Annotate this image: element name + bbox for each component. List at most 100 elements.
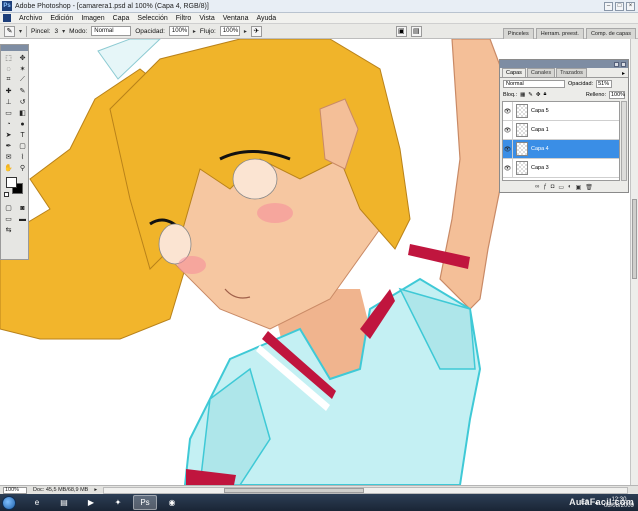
tab-pinceles[interactable]: Pinceles bbox=[502, 28, 534, 39]
path-selection-icon[interactable]: ➤ bbox=[2, 130, 15, 140]
foreground-color-swatch[interactable] bbox=[6, 177, 17, 188]
chrome-icon[interactable]: ◉ bbox=[160, 495, 184, 510]
slice-tool-icon[interactable]: ⟋ bbox=[16, 75, 29, 85]
opacity-chevron-icon[interactable]: ▸ bbox=[193, 28, 196, 35]
zoom-tool-icon[interactable]: ⚲ bbox=[16, 163, 29, 173]
tab-capas[interactable]: Capas bbox=[502, 68, 526, 77]
panel-menu-icon[interactable]: ▸ bbox=[622, 70, 625, 77]
new-layer-icon[interactable]: ▣ bbox=[576, 184, 582, 191]
minimize-panel-button[interactable] bbox=[614, 61, 619, 67]
vertical-scrollbar[interactable] bbox=[630, 39, 638, 485]
visibility-eye-icon[interactable]: 👁︎ bbox=[503, 139, 513, 159]
gradient-tool-icon[interactable]: ◧ bbox=[16, 108, 29, 118]
tab-comp-de-capas[interactable]: Comp. de capas bbox=[585, 28, 636, 39]
menu-filtro[interactable]: Filtro bbox=[172, 15, 196, 22]
crop-tool-icon[interactable]: ⌗ bbox=[2, 75, 15, 85]
magic-wand-icon[interactable]: ✶ bbox=[16, 64, 29, 74]
menu-ventana[interactable]: Ventana bbox=[219, 15, 253, 22]
brush-picker-chevron-icon[interactable]: ▾ bbox=[62, 28, 65, 35]
horizontal-scrollbar[interactable] bbox=[103, 486, 628, 494]
healing-brush-icon[interactable]: ✚ bbox=[2, 86, 15, 96]
brush-size-value[interactable]: 3 bbox=[55, 28, 59, 35]
eyedropper-icon[interactable]: ⌇ bbox=[16, 152, 29, 162]
blur-tool-icon[interactable]: ◔ bbox=[2, 119, 15, 129]
document-icon[interactable] bbox=[3, 14, 11, 22]
full-screen-icon[interactable]: ▬ bbox=[16, 214, 29, 224]
airbrush-icon[interactable]: ✈ bbox=[250, 25, 262, 37]
layers-panel-header[interactable] bbox=[500, 60, 628, 68]
brush-tool-preset-icon[interactable]: ✎ bbox=[4, 25, 15, 37]
chevron-down-icon[interactable]: ▾ bbox=[19, 28, 22, 35]
lock-transparency-icon[interactable]: ▦ bbox=[520, 92, 525, 98]
menu-edicion[interactable]: Edición bbox=[46, 15, 77, 22]
marquee-tool-icon[interactable]: ⬚ bbox=[2, 53, 15, 63]
menu-seleccion[interactable]: Selección bbox=[133, 15, 171, 22]
close-panel-button[interactable] bbox=[621, 61, 626, 67]
dodge-tool-icon[interactable]: ● bbox=[16, 119, 29, 129]
horizontal-scroll-thumb[interactable] bbox=[224, 487, 365, 493]
layer-mask-icon[interactable]: ◘ bbox=[551, 184, 555, 190]
eraser-tool-icon[interactable]: ▭ bbox=[2, 108, 15, 118]
internet-explorer-icon[interactable]: e bbox=[25, 495, 49, 510]
flow-chevron-icon[interactable]: ▸ bbox=[244, 28, 247, 35]
shape-tool-icon[interactable]: ▢ bbox=[16, 141, 29, 151]
layer-row[interactable]: 👁︎ Capa 3 bbox=[503, 158, 619, 178]
tab-canales[interactable]: Canales bbox=[526, 68, 556, 77]
lock-all-icon[interactable]: 🔒︎ bbox=[544, 91, 547, 98]
menu-vista[interactable]: Vista bbox=[195, 15, 218, 22]
zoom-field[interactable]: 100% bbox=[3, 486, 27, 494]
mode-select[interactable]: Normal bbox=[91, 26, 132, 36]
standard-mode-icon[interactable]: ▢ bbox=[2, 203, 15, 213]
visibility-eye-icon[interactable]: 👁︎ bbox=[503, 120, 513, 140]
menu-archivo[interactable]: Archivo bbox=[15, 15, 46, 22]
layer-row[interactable]: 👁︎ Capa 1 bbox=[503, 120, 619, 140]
app-icon[interactable]: ✦ bbox=[106, 495, 130, 510]
brush-tool-icon[interactable]: ✎ bbox=[16, 86, 29, 96]
tab-herram-preest[interactable]: Herram. preest. bbox=[535, 28, 584, 39]
document-size[interactable]: Doc: 45,5 MB/68,9 MB bbox=[33, 487, 88, 493]
flow-field[interactable]: 100% bbox=[219, 26, 240, 36]
quick-mask-icon[interactable]: ◙ bbox=[16, 203, 29, 213]
lock-position-icon[interactable]: ✥ bbox=[536, 92, 541, 98]
maximize-button[interactable]: □ bbox=[615, 1, 624, 11]
minimize-button[interactable]: – bbox=[604, 1, 613, 11]
default-colors-icon[interactable] bbox=[4, 192, 9, 197]
visibility-eye-icon[interactable]: 👁︎ bbox=[503, 158, 513, 178]
layer-opacity-field[interactable]: 51% bbox=[596, 79, 613, 88]
type-tool-icon[interactable]: T bbox=[16, 130, 29, 140]
layer-style-icon[interactable]: ƒ bbox=[543, 184, 546, 190]
media-player-icon[interactable]: ▶ bbox=[79, 495, 103, 510]
start-button[interactable] bbox=[2, 495, 16, 510]
layer-list-scrollbar[interactable] bbox=[621, 101, 627, 181]
tab-trazados[interactable]: Trazados bbox=[556, 68, 587, 77]
photoshop-task-icon[interactable]: Ps bbox=[133, 495, 157, 510]
menu-capa[interactable]: Capa bbox=[109, 15, 134, 22]
layer-row[interactable]: 👁︎ Capa 5 bbox=[503, 102, 619, 121]
history-brush-icon[interactable]: ↺ bbox=[16, 97, 29, 107]
menu-ayuda[interactable]: Ayuda bbox=[252, 15, 280, 22]
link-layers-icon[interactable]: ∞ bbox=[535, 184, 539, 190]
pen-tool-icon[interactable]: ✒ bbox=[2, 141, 15, 151]
move-tool-icon[interactable]: ✥ bbox=[16, 53, 29, 63]
new-set-icon[interactable]: ▭ bbox=[558, 184, 564, 191]
screen-mode-icon[interactable]: ▭ bbox=[2, 214, 15, 224]
lasso-tool-icon[interactable]: ◌ bbox=[2, 64, 15, 74]
notes-tool-icon[interactable]: ✉ bbox=[2, 152, 15, 162]
lock-image-icon[interactable]: ✎ bbox=[528, 92, 533, 98]
fill-field[interactable]: 100% bbox=[609, 90, 625, 99]
visibility-eye-icon[interactable]: 👁︎ bbox=[503, 102, 513, 121]
layer-row-selected[interactable]: 👁︎ Capa 4 bbox=[503, 139, 619, 159]
blend-mode-select[interactable]: Normal bbox=[503, 79, 565, 88]
close-button[interactable]: × bbox=[626, 1, 635, 11]
file-browser-icon[interactable]: ▤ bbox=[410, 25, 422, 37]
vertical-scroll-thumb[interactable] bbox=[632, 199, 637, 279]
clone-stamp-icon[interactable]: ⊥ bbox=[2, 97, 15, 107]
status-menu-icon[interactable]: ▸ bbox=[94, 487, 97, 493]
adjustment-layer-icon[interactable]: ◐ bbox=[568, 184, 572, 190]
jump-to-imageready-icon[interactable]: ⇆ bbox=[2, 225, 15, 235]
folder-icon[interactable]: ▤ bbox=[52, 495, 76, 510]
trash-icon[interactable]: 🗑︎ bbox=[585, 184, 593, 191]
menu-imagen[interactable]: Imagen bbox=[77, 15, 108, 22]
hand-tool-icon[interactable]: ✋ bbox=[2, 163, 15, 173]
palette-well-icon[interactable]: ▣ bbox=[395, 25, 407, 37]
